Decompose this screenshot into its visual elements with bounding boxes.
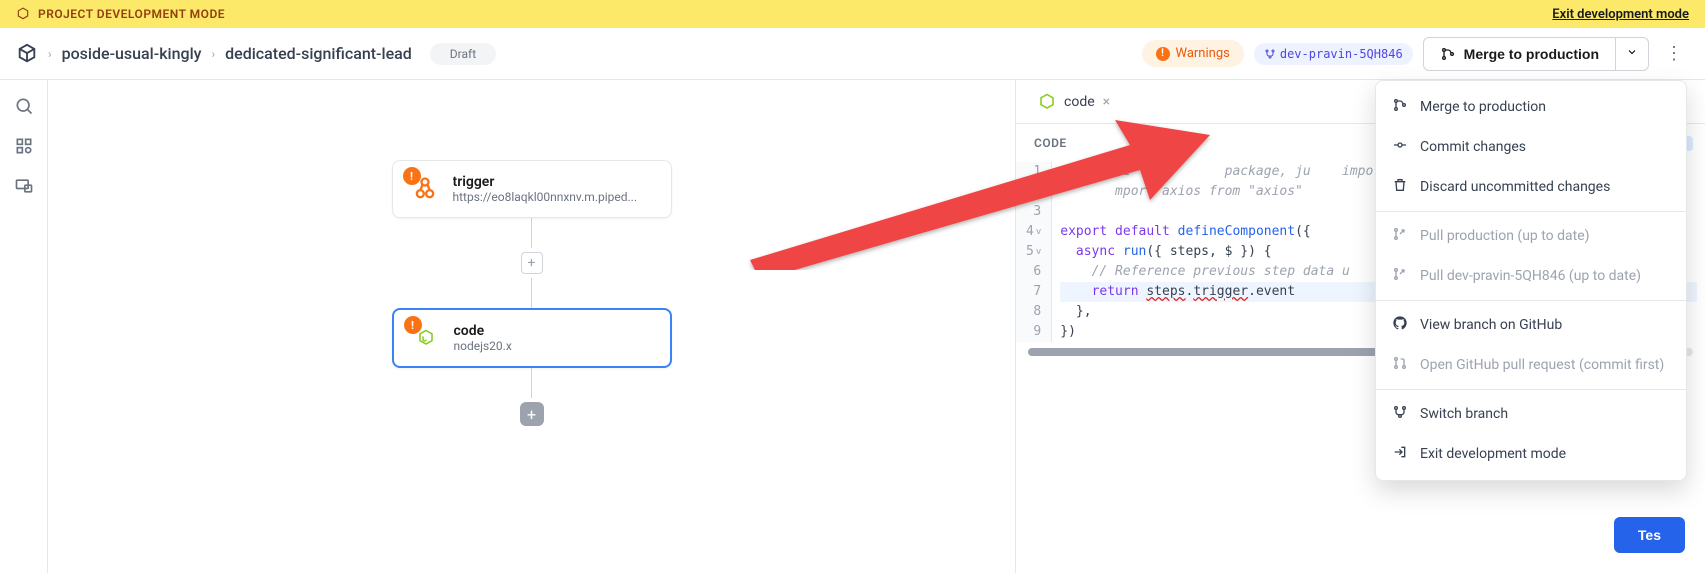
workflow-canvas[interactable]: ! trigger https://eo8laqkl00nnxnv.m.pipe… <box>48 80 1015 573</box>
dropdown-item: Pull production (up to date) <box>1376 216 1686 256</box>
merge-dropdown-menu: Merge to production Commit changes Discard… <box>1375 80 1687 481</box>
pull-icon <box>1392 226 1408 246</box>
draft-badge: Draft <box>430 43 496 65</box>
code-subtitle: nodejs20.x <box>454 339 512 353</box>
code-title: code <box>454 323 512 339</box>
connector-line <box>531 218 532 248</box>
dropdown-item-label: Pull production (up to date) <box>1420 228 1590 244</box>
dropdown-item-label: Switch branch <box>1420 406 1508 422</box>
add-step-button[interactable]: + <box>521 252 543 274</box>
dropdown-divider <box>1376 300 1686 301</box>
dropdown-item[interactable]: Switch branch <box>1376 394 1686 434</box>
chevron-down-icon <box>1626 46 1638 58</box>
search-icon[interactable] <box>14 96 34 116</box>
dropdown-item[interactable]: Merge to production <box>1376 87 1686 127</box>
warning-dot-icon: ! <box>1156 47 1170 61</box>
hexagon-icon <box>16 7 30 21</box>
gutter-line: 7 <box>1026 282 1041 302</box>
gutter-line: 3 <box>1026 202 1041 222</box>
exit-icon <box>1392 444 1408 464</box>
merge-icon <box>1440 46 1456 62</box>
gutter-line: 5v <box>1026 242 1041 262</box>
pull-icon <box>1392 266 1408 286</box>
dev-mode-banner: PROJECT DEVELOPMENT MODE Exit developmen… <box>0 0 1705 28</box>
dropdown-item[interactable]: View branch on GitHub <box>1376 305 1686 345</box>
nodejs-icon <box>417 329 435 347</box>
dropdown-item-label: Discard uncommitted changes <box>1420 179 1610 195</box>
branch-icon <box>1392 404 1408 424</box>
queue-icon[interactable] <box>14 136 34 156</box>
dropdown-item-label: Commit changes <box>1420 139 1526 155</box>
chevron-right-icon: › <box>212 47 216 61</box>
dropdown-item: Pull dev-pravin-5QH846 (up to date) <box>1376 256 1686 296</box>
trash-icon <box>1392 177 1408 197</box>
github-icon <box>1392 315 1408 335</box>
warnings-button[interactable]: ! Warnings <box>1142 40 1244 67</box>
add-step-end-button[interactable]: + <box>520 402 544 426</box>
warnings-label: Warnings <box>1176 46 1230 61</box>
header: › poside-usual-kingly › dedicated-signif… <box>0 28 1705 80</box>
gutter-line: 9 <box>1026 322 1041 342</box>
commit-icon <box>1392 137 1408 157</box>
dropdown-item[interactable]: Exit development mode <box>1376 434 1686 474</box>
dev-mode-label: PROJECT DEVELOPMENT MODE <box>38 7 225 21</box>
error-badge-icon: ! <box>404 316 422 334</box>
gutter-line: 2 <box>1026 182 1041 202</box>
code-step[interactable]: ! code nodejs20.x <box>392 308 672 368</box>
dropdown-item-label: Pull dev-pravin-5QH846 (up to date) <box>1420 268 1641 284</box>
close-tab-icon[interactable]: × <box>1103 94 1110 110</box>
trigger-step[interactable]: ! trigger https://eo8laqkl00nnxnv.m.pipe… <box>392 160 672 218</box>
merge-icon <box>1392 97 1408 117</box>
left-rail <box>0 80 48 573</box>
tab-label: code <box>1064 94 1095 110</box>
exit-dev-mode-link[interactable]: Exit development mode <box>1552 7 1689 22</box>
gutter-line: 4v <box>1026 222 1041 242</box>
connector-line <box>531 368 532 398</box>
nodejs-icon <box>1038 93 1056 111</box>
devices-icon[interactable] <box>14 176 34 196</box>
dropdown-item[interactable]: Commit changes <box>1376 127 1686 167</box>
editor-tab-code[interactable]: code × <box>1024 85 1124 119</box>
trigger-title: trigger <box>453 174 637 190</box>
branch-name: dev-pravin-5QH846 <box>1280 47 1403 61</box>
merge-dropdown-button[interactable] <box>1616 37 1649 71</box>
breadcrumb-project[interactable]: poside-usual-kingly <box>62 44 202 63</box>
dropdown-item[interactable]: Discard uncommitted changes <box>1376 167 1686 207</box>
branch-pill[interactable]: dev-pravin-5QH846 <box>1254 43 1413 65</box>
gutter-line: 1 <box>1026 162 1041 182</box>
dropdown-item-label: Merge to production <box>1420 99 1546 115</box>
pr-icon <box>1392 355 1408 375</box>
branch-icon <box>1264 48 1276 60</box>
test-button[interactable]: Tes <box>1614 517 1685 553</box>
dropdown-item: Open GitHub pull request (commit first) <box>1376 345 1686 385</box>
trigger-subtitle: https://eo8laqkl00nnxnv.m.piped... <box>453 190 637 204</box>
merge-button[interactable]: Merge to production <box>1423 37 1616 71</box>
dropdown-divider <box>1376 211 1686 212</box>
dropdown-divider <box>1376 389 1686 390</box>
gutter-line: 6 <box>1026 262 1041 282</box>
breadcrumb-workflow: dedicated-significant-lead <box>225 44 412 63</box>
project-cube-icon[interactable] <box>16 43 38 65</box>
connector-line <box>531 278 532 308</box>
chevron-right-icon: › <box>48 47 52 61</box>
dropdown-item-label: Exit development mode <box>1420 446 1566 462</box>
dropdown-item-label: View branch on GitHub <box>1420 317 1562 333</box>
error-badge-icon: ! <box>403 167 421 185</box>
gutter-line: 8 <box>1026 302 1041 322</box>
more-menu-button[interactable]: ⋮ <box>1659 37 1689 70</box>
dropdown-item-label: Open GitHub pull request (commit first) <box>1420 357 1664 373</box>
merge-button-label: Merge to production <box>1464 46 1599 62</box>
